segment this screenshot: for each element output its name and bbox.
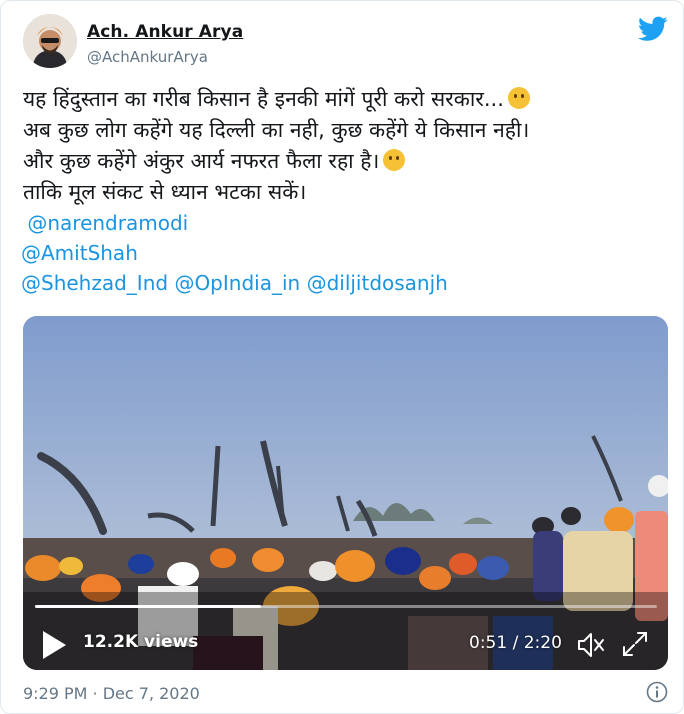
video-time: 0:51 / 2:20 — [469, 633, 562, 653]
tweet-timestamp[interactable]: 9:29 PM · Dec 7, 2020 — [23, 684, 200, 703]
tweet-line: ताकि मूल संकट से ध्यान भटका सकें। — [23, 180, 307, 204]
mention-list: @narendramodi @AmitShah @Shehzad_Ind @Op… — [21, 208, 448, 298]
view-count: 12.2K views — [83, 632, 199, 652]
play-icon[interactable] — [41, 630, 67, 660]
mention-shehzad-ind[interactable]: @Shehzad_Ind — [21, 271, 168, 295]
author-display-name[interactable]: Ach. Ankur Arya — [87, 22, 243, 42]
tweet-line: और कुछ कहेंगे अंकुर आर्य नफरत फैला रहा ह… — [23, 146, 530, 177]
video-progress-bar[interactable] — [35, 605, 657, 608]
tweet-line: यह हिंदुस्तान का गरीब किसान है इनकी मांग… — [23, 84, 530, 115]
mention-opindia[interactable]: @OpIndia_in — [174, 271, 300, 295]
mention-narendramodi[interactable]: @narendramodi — [27, 211, 188, 235]
rolling-eyes-emoji — [383, 149, 406, 171]
mute-icon[interactable] — [575, 630, 605, 660]
tweet-card: Ach. Ankur Arya @AchAnkurArya यह हिंदुस्… — [0, 0, 684, 714]
tweet-line: अब कुछ लोग कहेंगे यह दिल्ली का नही, कुछ … — [23, 118, 530, 142]
mention-diljitdosanjh[interactable]: @diljitdosanjh — [307, 271, 448, 295]
fullscreen-icon[interactable] — [621, 630, 649, 658]
mention-amitshah[interactable]: @AmitShah — [21, 241, 138, 265]
twitter-bird-icon[interactable] — [638, 16, 668, 42]
avatar[interactable] — [23, 14, 77, 68]
video-frame — [23, 316, 668, 670]
video-player[interactable]: 12.2K views 0:51 / 2:20 — [23, 316, 668, 670]
author-handle[interactable]: @AchAnkurArya — [87, 48, 208, 66]
info-icon[interactable] — [646, 681, 668, 703]
video-progress-fill — [35, 605, 262, 608]
tweet-text: यह हिंदुस्तान का गरीब किसान है इनकी मांग… — [23, 84, 530, 208]
confused-face-emoji — [507, 87, 530, 109]
